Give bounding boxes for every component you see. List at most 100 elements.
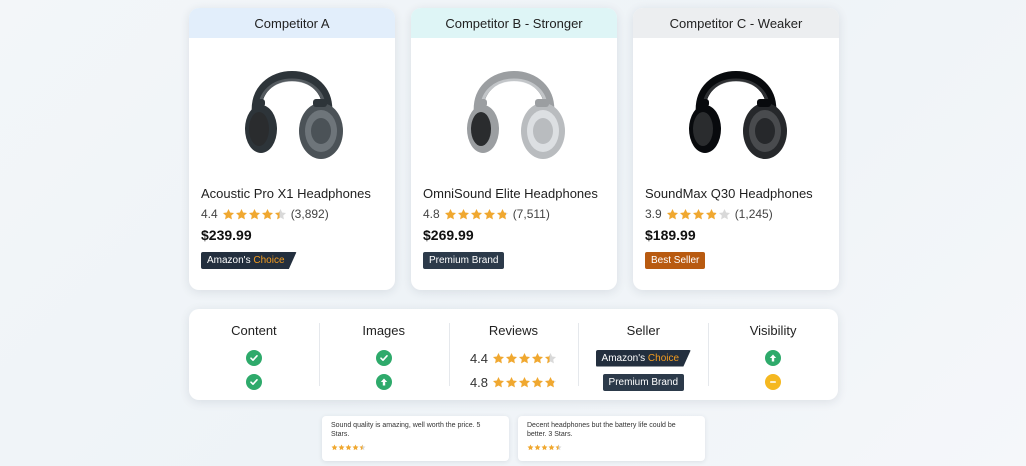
neutral-dash-icon [765, 374, 782, 390]
product-image[interactable] [411, 38, 617, 178]
star-rating [444, 208, 509, 221]
rating-value: 4.4 [469, 350, 489, 366]
check-icon [375, 350, 392, 366]
review-snippet[interactable]: Sound quality is amazing, well worth the… [322, 416, 509, 461]
comparison-cell: Premium Brand [602, 370, 685, 394]
product-image[interactable] [633, 38, 839, 178]
amazons-choice-badge: Amazon's Choice [201, 252, 297, 269]
headphones-silver-icon [467, 71, 565, 159]
rating-row: 4.4 (3,892) [201, 207, 383, 221]
rating-row: 3.9 (1,245) [645, 207, 827, 221]
arrow-up-icon [765, 350, 782, 366]
price: $269.99 [423, 227, 474, 243]
star-empty-icon [718, 208, 730, 219]
star-partial-icon [545, 376, 557, 387]
star-partial-icon [274, 208, 286, 219]
comparison-cell: 4.4 [470, 346, 557, 370]
competitor-card-a[interactable]: Competitor A Acoustic Pro X1 Headphones … [189, 8, 395, 290]
competitor-card-c[interactable]: Competitor C - Weaker SoundMax Q30 Headp… [633, 8, 839, 290]
price: $189.99 [645, 227, 696, 243]
star-full-icon [532, 352, 544, 363]
star-full-icon [352, 444, 359, 450]
column-images: Images [318, 309, 449, 400]
premium-brand-badge: Premium Brand [602, 373, 685, 391]
star-full-icon [444, 208, 456, 219]
comparison-cell: 4.8 [470, 370, 557, 394]
star-full-icon [548, 444, 555, 450]
star-full-icon [338, 444, 345, 450]
star-full-icon [235, 208, 247, 219]
card-header: Competitor B - Stronger [411, 8, 617, 38]
star-full-icon [519, 352, 531, 363]
rating-row: 4.8 (7,511) [423, 207, 605, 221]
arrow-up-icon [375, 374, 392, 390]
review-count: (3,892) [290, 207, 329, 221]
headphones-dark-gray-icon [245, 71, 343, 159]
star-rating [492, 376, 557, 389]
card-header: Competitor A [189, 8, 395, 38]
product-name[interactable]: OmniSound Elite Headphones [423, 186, 605, 201]
star-full-icon [248, 208, 260, 219]
star-full-icon [483, 208, 495, 219]
star-rating [666, 208, 731, 221]
check-icon [245, 350, 262, 366]
rating-value: 4.8 [469, 374, 489, 390]
card-header: Competitor C - Weaker [633, 8, 839, 38]
column-header: Seller [626, 323, 660, 338]
star-full-icon [666, 208, 678, 219]
column-header: Content [231, 323, 277, 338]
price: $239.99 [201, 227, 252, 243]
column-header: Visibility [749, 323, 797, 338]
comparison-cell [245, 346, 262, 370]
column-header: Images [362, 323, 406, 338]
star-full-icon [534, 444, 541, 450]
comparison-cell [245, 370, 262, 394]
star-full-icon [345, 444, 352, 450]
star-full-icon [506, 376, 518, 387]
comparison-table: Content Images Reviews 4.4 4.8 Seller Amaz… [189, 309, 838, 400]
star-rating [492, 352, 557, 365]
review-snippet[interactable]: Decent headphones but the battery life c… [518, 416, 705, 461]
star-full-icon [331, 444, 338, 450]
star-partial-icon [555, 444, 562, 450]
premium-brand-badge: Premium Brand [423, 252, 505, 269]
star-rating [527, 444, 562, 451]
comparison-cell [375, 370, 392, 394]
comparison-cell [765, 370, 782, 394]
star-full-icon [506, 352, 518, 363]
star-full-icon [679, 208, 691, 219]
star-full-icon [261, 208, 273, 219]
comparison-cell [765, 346, 782, 370]
column-seller: Seller Amazon's Choice Premium Brand [578, 309, 708, 400]
star-full-icon [222, 208, 234, 219]
star-partial-icon [545, 352, 557, 363]
product-name[interactable]: SoundMax Q30 Headphones [645, 186, 827, 201]
review-count: (7,511) [512, 207, 550, 221]
column-header: Reviews [488, 323, 539, 338]
product-name[interactable]: Acoustic Pro X1 Headphones [201, 186, 383, 201]
star-full-icon [527, 444, 534, 450]
star-full-icon [493, 376, 505, 387]
star-partial-icon [705, 208, 717, 219]
competitor-card-b[interactable]: Competitor B - Stronger OmniSound Elite … [411, 8, 617, 290]
star-full-icon [532, 376, 544, 387]
star-rating [222, 208, 287, 221]
review-text: Decent headphones but the battery life c… [527, 422, 676, 438]
star-full-icon [692, 208, 704, 219]
amazons-choice-badge: Amazon's Choice [595, 349, 692, 367]
star-full-icon [493, 352, 505, 363]
review-count: (1,245) [734, 207, 773, 221]
column-content: Content [189, 309, 319, 400]
star-full-icon [457, 208, 469, 219]
rating-value: 4.8 [423, 207, 440, 221]
star-full-icon [470, 208, 482, 219]
comparison-cell: Amazon's Choice [595, 346, 692, 370]
rating-value: 4.4 [201, 207, 218, 221]
rating-value: 3.9 [645, 207, 662, 221]
star-rating [331, 444, 366, 451]
product-image[interactable] [189, 38, 395, 178]
comparison-cell [375, 346, 392, 370]
star-partial-icon [359, 444, 366, 450]
column-visibility: Visibility [708, 309, 838, 400]
star-partial-icon [496, 208, 508, 219]
